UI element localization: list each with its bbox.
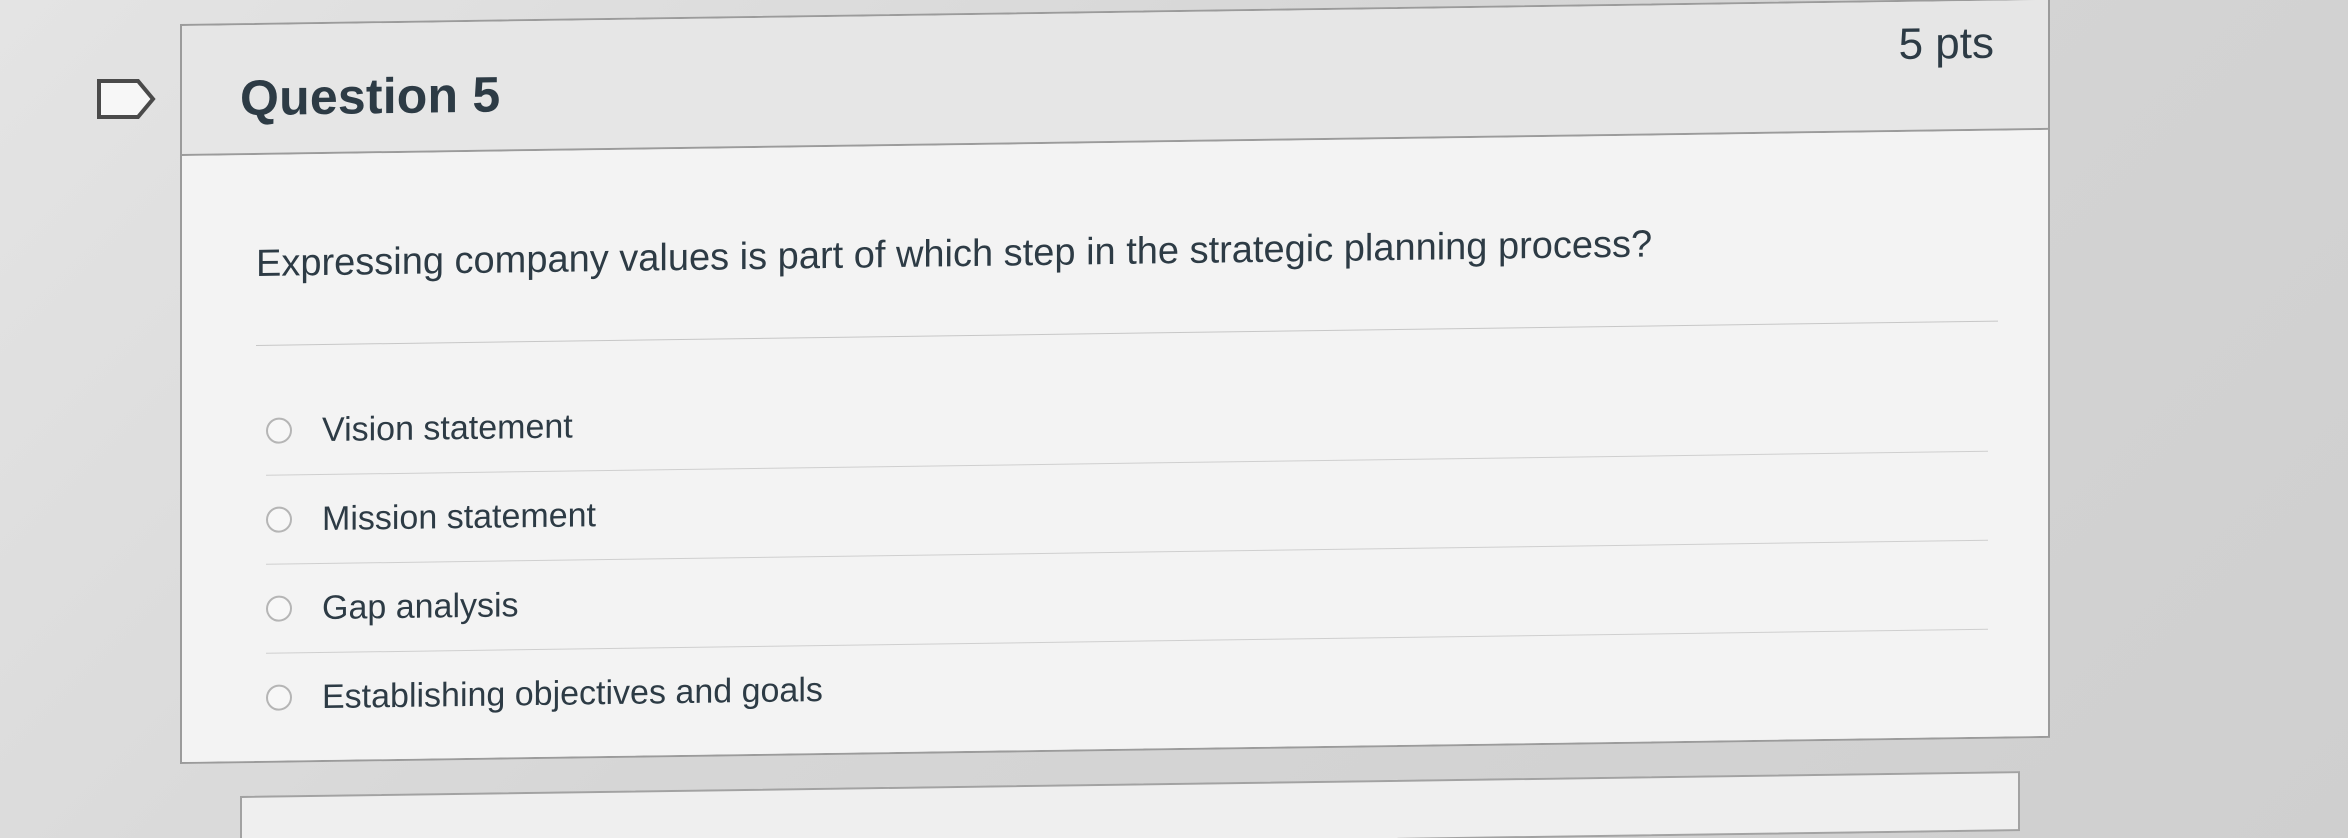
radio-unchecked-icon[interactable] xyxy=(266,506,292,533)
radio-unchecked-icon[interactable] xyxy=(266,595,292,622)
question-title: Question 5 xyxy=(240,66,501,127)
answer-list: Vision statement Mission statement Gap a… xyxy=(266,362,1988,742)
question-divider xyxy=(256,320,1998,346)
question-card: Question 5 5 pts Expressing company valu… xyxy=(180,0,2050,764)
question-header: Question 5 5 pts xyxy=(182,0,2048,156)
flag-question-icon[interactable] xyxy=(96,78,156,120)
answer-label: Gap analysis xyxy=(322,585,519,627)
answer-label: Establishing objectives and goals xyxy=(322,670,823,716)
question-text: Expressing company values is part of whi… xyxy=(256,223,1653,285)
answer-label: Vision statement xyxy=(322,407,573,449)
answer-label: Mission statement xyxy=(322,495,596,538)
question-body: Expressing company values is part of whi… xyxy=(182,129,2048,762)
next-question-card xyxy=(240,771,2020,838)
quiz-page: Question 5 5 pts Expressing company valu… xyxy=(0,0,2348,838)
question-points: 5 pts xyxy=(1898,18,1994,70)
radio-unchecked-icon[interactable] xyxy=(266,684,292,711)
radio-unchecked-icon[interactable] xyxy=(266,417,292,444)
